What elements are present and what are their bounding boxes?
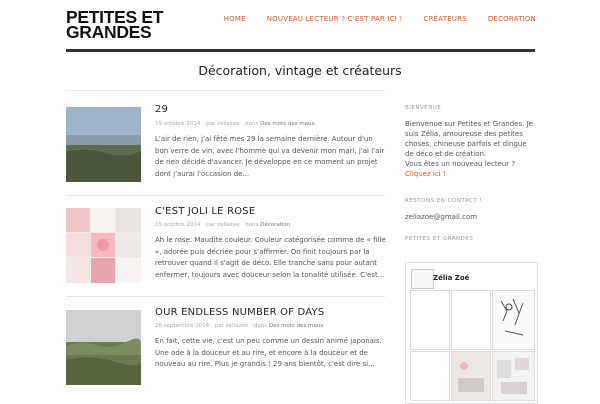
main-nav: HOME NOUVEAU LECTEUR ? C'EST PAR ICI ! C…: [224, 15, 536, 23]
sketch-illustration: [493, 291, 534, 349]
post-divider: [66, 296, 385, 297]
site-logo[interactable]: PETITES ET GRANDES: [66, 8, 163, 42]
grid-photo[interactable]: [410, 351, 450, 401]
post-date: 15 octobre 2014: [155, 222, 201, 228]
post-author[interactable]: par zeliazoe: [206, 222, 239, 228]
grid-photo[interactable]: [410, 290, 450, 350]
post-meta: 26 septembre 2014 par zeliazoe dans Des …: [155, 323, 324, 329]
nav-item-decoration[interactable]: DECORATION: [488, 15, 536, 23]
post-in: dans: [245, 222, 259, 228]
post-in: dans: [253, 323, 268, 329]
post-excerpt: L'air de rien, j'ai fêté mes 29 la semai…: [155, 135, 385, 178]
post-meta: 15 octobre 2014 par zeliazoe dans Décora…: [155, 222, 290, 228]
post-title[interactable]: 29: [155, 104, 168, 115]
post-date: 19 octobre 2014: [155, 121, 201, 127]
sidebar-welcome: Bienvenue sur Petites et Grandes. Je sui…: [405, 119, 535, 179]
post-in: dans: [245, 121, 259, 127]
post-category[interactable]: Des mots des maux: [269, 323, 324, 329]
pink-decor-collage: [66, 208, 141, 283]
post-title[interactable]: C'EST JOLI LE ROSE: [155, 206, 255, 217]
sidebar-welcome-heading: BIENVENUE: [405, 105, 442, 111]
post-category[interactable]: Décoration: [260, 222, 290, 228]
post-title[interactable]: OUR ENDLESS NUMBER OF DAYS: [155, 307, 324, 318]
landscape-photo: [66, 107, 141, 182]
grid-photo[interactable]: [451, 290, 491, 350]
header-divider: [66, 49, 535, 52]
post-date: 26 septembre 2014: [155, 323, 210, 329]
sidebar-welcome-text: Bienvenue sur Petites et Grandes. Je sui…: [405, 120, 533, 158]
post-author[interactable]: par zeliazoe: [206, 121, 239, 127]
post-thumbnail[interactable]: [66, 310, 141, 385]
avatar[interactable]: [411, 269, 434, 289]
facebook-page-name[interactable]: Zélia Zoé: [433, 274, 469, 282]
content-divider: [66, 90, 385, 91]
nav-item-createurs[interactable]: CRÉATEURS: [424, 15, 467, 23]
sidebar-new-reader-text: Vous êtes un nouveau lecteur ?: [405, 160, 516, 168]
post-excerpt: En fait, cette vie, c'est un peu comme u…: [155, 337, 382, 368]
nav-item-new-reader[interactable]: NOUVEAU LECTEUR ? C'EST PAR ICI !: [267, 15, 403, 23]
post-thumbnail[interactable]: [66, 208, 141, 283]
sidebar-contact-heading: RESTONS EN CONTACT !: [405, 198, 483, 204]
post-author[interactable]: par zeliazoe: [215, 323, 248, 329]
room-photo: [452, 352, 490, 400]
post-divider: [66, 195, 385, 196]
sidebar-new-reader-link[interactable]: Cliquez ici !: [405, 170, 446, 178]
site-tagline: Décoration, vintage et créateurs: [198, 63, 402, 78]
grid-photo[interactable]: [492, 351, 535, 401]
grid-photo[interactable]: [492, 290, 535, 350]
sidebar-facebook-heading: PETITES ET GRANDES: [405, 236, 474, 242]
facebook-widget[interactable]: Zélia Zoé: [405, 262, 538, 404]
nav-item-home[interactable]: HOME: [224, 15, 246, 23]
facebook-photo-grid: [410, 290, 535, 401]
countryside-photo: [66, 310, 141, 385]
sidebar-email[interactable]: zeliazoe@gmail.com: [405, 212, 535, 222]
site-title-line2: GRANDES: [66, 22, 152, 42]
post-thumbnail[interactable]: [66, 107, 141, 182]
post-excerpt: Ah le rose. Maudite couleur. Couleur cat…: [155, 236, 386, 279]
grid-photo[interactable]: [451, 351, 491, 401]
shelf-photo: [493, 352, 534, 400]
post-meta: 19 octobre 2014 par zeliazoe dans Des mo…: [155, 121, 315, 127]
post-category[interactable]: Des mots des maux: [260, 121, 315, 127]
